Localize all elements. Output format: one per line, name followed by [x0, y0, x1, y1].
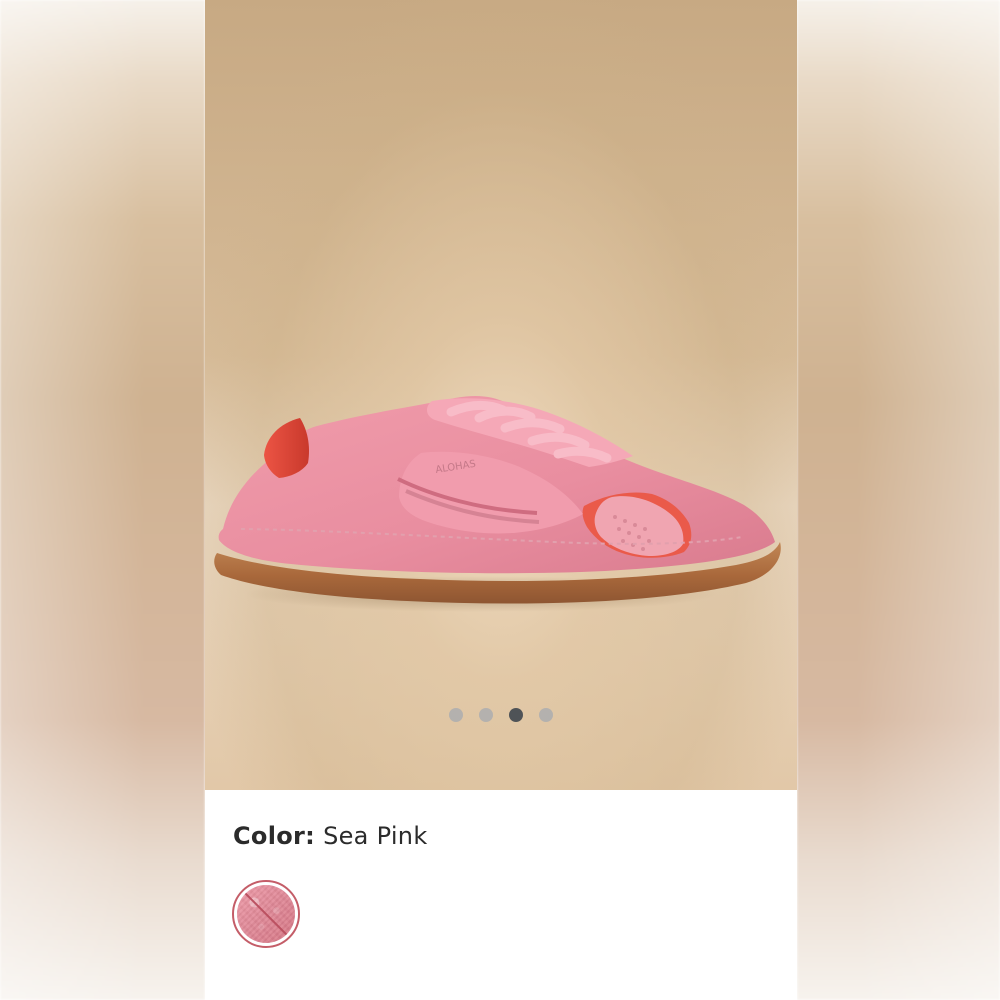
heel-accent [264, 418, 310, 478]
diagonal-slash-icon [239, 887, 293, 941]
color-swatch-fill [237, 885, 295, 943]
color-swatch-ring [232, 880, 300, 948]
color-selection: Color: Sea Pink [233, 822, 428, 851]
carousel-dot-3[interactable] [509, 708, 523, 722]
color-label: Color: [233, 822, 316, 850]
carousel-dots [205, 708, 797, 724]
color-swatch-button[interactable] [232, 880, 300, 948]
carousel-dot-1[interactable] [449, 708, 463, 722]
sneaker-illustration: ALOHAS [214, 395, 781, 612]
color-value: Sea Pink [323, 822, 428, 850]
product-card: ALOHAS Color: Sea Pink [205, 0, 797, 1000]
carousel-dot-2[interactable] [479, 708, 493, 722]
right-backdrop [797, 0, 1000, 1000]
left-backdrop [0, 0, 205, 1000]
carousel-dot-4[interactable] [539, 708, 553, 722]
product-image: ALOHAS [205, 0, 797, 790]
product-viewer: ALOHAS Color: Sea Pink [0, 0, 1000, 1000]
